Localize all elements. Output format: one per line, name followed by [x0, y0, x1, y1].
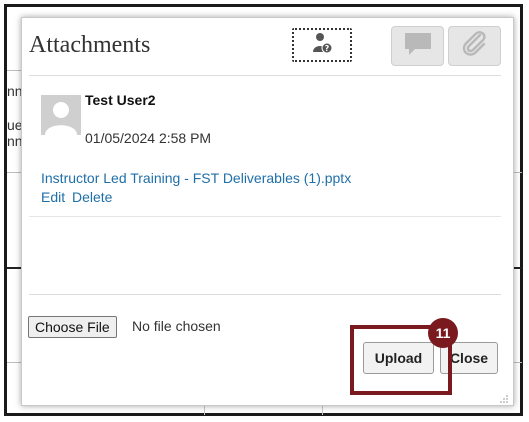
- comment-icon: [403, 31, 433, 62]
- background-text-fragment: nn: [7, 84, 21, 98]
- attachment-timestamp: 01/05/2024 2:58 PM: [85, 130, 212, 146]
- background-column-divider: [322, 405, 323, 415]
- background-text-fragment: nn: [7, 134, 21, 148]
- background-row-divider: [514, 362, 522, 363]
- user-silhouette-icon: [41, 95, 81, 135]
- attachment-list: Test User2 01/05/2024 2:58 PM Instructor…: [29, 76, 501, 296]
- background-column-divider: [204, 405, 205, 415]
- choose-file-button[interactable]: Choose File: [28, 316, 117, 338]
- background-row-divider: [514, 267, 522, 269]
- footer-divider: [29, 294, 501, 295]
- item-divider: [29, 216, 501, 217]
- file-input-status: No file chosen: [132, 318, 221, 334]
- person-help-icon: ?: [311, 32, 333, 59]
- edit-link[interactable]: Edit: [41, 189, 65, 205]
- comments-button[interactable]: [391, 26, 444, 66]
- dialog-title: Attachments: [29, 32, 151, 58]
- background-text-fragment: ue: [7, 118, 21, 132]
- attachments-button[interactable]: [448, 26, 501, 66]
- avatar: [41, 95, 81, 135]
- step-number-badge: 11: [428, 318, 458, 348]
- person-help-button[interactable]: ?: [292, 28, 352, 62]
- resize-grip-icon[interactable]: [499, 391, 509, 403]
- delete-link[interactable]: Delete: [72, 189, 112, 205]
- background-row-divider: [514, 172, 522, 173]
- attachment-file-link[interactable]: Instructor Led Training - FST Deliverabl…: [41, 170, 351, 186]
- paperclip-icon: [460, 29, 490, 64]
- attachment-author: Test User2: [85, 92, 156, 108]
- upload-button[interactable]: Upload: [363, 342, 434, 374]
- svg-text:?: ?: [325, 44, 330, 53]
